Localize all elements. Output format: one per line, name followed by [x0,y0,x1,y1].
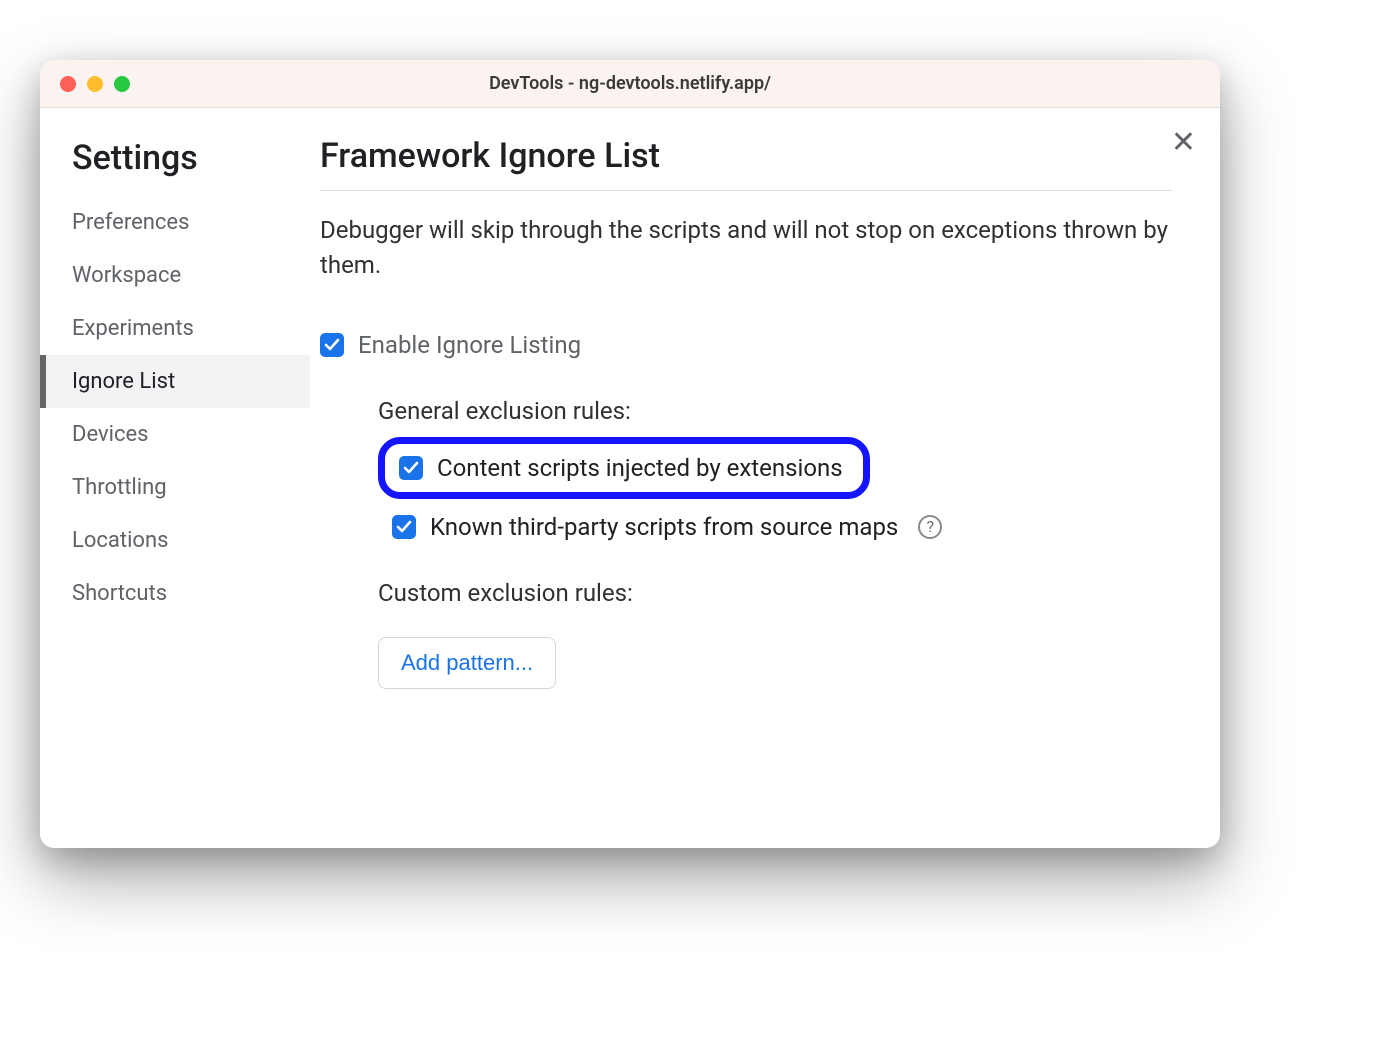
sidebar-item-shortcuts[interactable]: Shortcuts [40,567,310,620]
sidebar-item-locations[interactable]: Locations [40,514,310,567]
window-titlebar: DevTools - ng-devtools.netlify.app/ [40,60,1220,108]
window-minimize-icon[interactable] [87,76,103,92]
third-party-label: Known third-party scripts from source ma… [430,513,898,541]
checkmark-icon [396,519,412,535]
page-title: Framework Ignore List [320,136,1172,191]
sidebar-item-preferences[interactable]: Preferences [40,196,310,249]
general-rules-heading: General exclusion rules: [378,397,1172,425]
sidebar-item-workspace[interactable]: Workspace [40,249,310,302]
sidebar-item-devices[interactable]: Devices [40,408,310,461]
window-close-icon[interactable] [60,76,76,92]
help-icon[interactable]: ? [918,515,942,539]
checkmark-icon [324,337,340,353]
custom-rules-heading: Custom exclusion rules: [378,579,1172,607]
checkmark-icon [403,460,419,476]
window-title: DevTools - ng-devtools.netlify.app/ [40,73,1220,94]
traffic-lights [40,76,130,92]
third-party-checkbox[interactable] [392,515,416,539]
page-description: Debugger will skip through the scripts a… [320,213,1172,283]
sidebar-heading: Settings [40,134,310,196]
add-pattern-button[interactable]: Add pattern... [378,637,556,689]
enable-ignore-listing-label: Enable Ignore Listing [358,331,581,359]
window-maximize-icon[interactable] [114,76,130,92]
settings-sidebar: Settings Preferences Workspace Experimen… [40,108,310,848]
content-scripts-label: Content scripts injected by extensions [437,454,843,482]
enable-ignore-listing-row: Enable Ignore Listing [320,331,1172,359]
settings-main: Framework Ignore List Debugger will skip… [310,108,1220,848]
enable-ignore-listing-checkbox[interactable] [320,333,344,357]
close-settings-button[interactable]: ✕ [1171,128,1196,158]
general-rules-group: Content scripts injected by extensions [378,437,1172,499]
settings-window: DevTools - ng-devtools.netlify.app/ ✕ Se… [40,60,1220,848]
content-scripts-rule-row: Content scripts injected by extensions [378,437,870,499]
third-party-rule-row: Known third-party scripts from source ma… [392,513,1172,541]
sidebar-item-ignore-list[interactable]: Ignore List [40,355,310,408]
content-area: ✕ Settings Preferences Workspace Experim… [40,108,1220,848]
sidebar-item-experiments[interactable]: Experiments [40,302,310,355]
sidebar-item-throttling[interactable]: Throttling [40,461,310,514]
content-scripts-checkbox[interactable] [399,456,423,480]
